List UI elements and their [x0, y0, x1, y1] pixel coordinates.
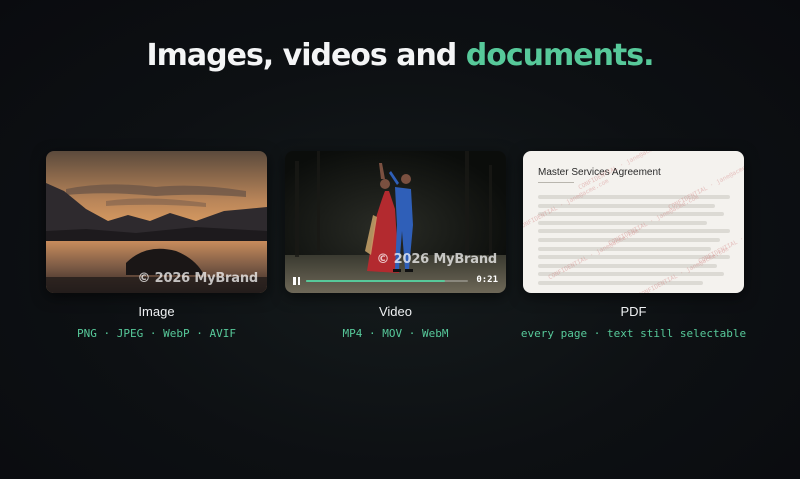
pdf-confidential-watermarks: CONFIDENTIAL · jane@acme.com CONFIDENTIA… [523, 151, 744, 293]
pause-icon[interactable] [293, 277, 301, 285]
image-preview-card[interactable]: © 2026 MyBrand [46, 151, 267, 293]
video-progress-bar[interactable] [306, 280, 468, 282]
headline-text: Images, videos and [146, 38, 466, 73]
video-timestamp: 0:21 [476, 275, 498, 285]
video-preview-card[interactable]: © 2026 MyBrand 0:21 [285, 151, 506, 293]
pdf-preview-card[interactable]: Master Services Agreement CONFIDENTIAL ·… [523, 151, 744, 293]
brand-watermark: © 2026 MyBrand [376, 252, 498, 267]
image-formats: PNG · JPEG · WebP · AVIF [77, 327, 236, 340]
confidential-watermark: CONFIDENTIAL · jane@acme.com [547, 227, 640, 282]
image-caption: Image [138, 304, 175, 319]
confidential-watermark: CONFIDENTIAL · jane@acme.com [637, 245, 730, 293]
video-progress-fill [306, 280, 446, 282]
brand-watermark: © 2026 MyBrand [137, 271, 259, 286]
pdf-formats: every page · text still selectable [520, 327, 747, 340]
confidential-watermark: CONFIDENTIAL · jane@acme.com [523, 177, 610, 232]
headline-accent: documents. [465, 38, 655, 73]
video-formats: MP4 · MOV · WebM [342, 327, 449, 340]
page-headline: Images, videos and documents. [0, 38, 800, 73]
video-controls: 0:21 [285, 269, 506, 293]
video-caption: Video [378, 304, 412, 319]
pdf-caption: PDF [620, 304, 647, 319]
